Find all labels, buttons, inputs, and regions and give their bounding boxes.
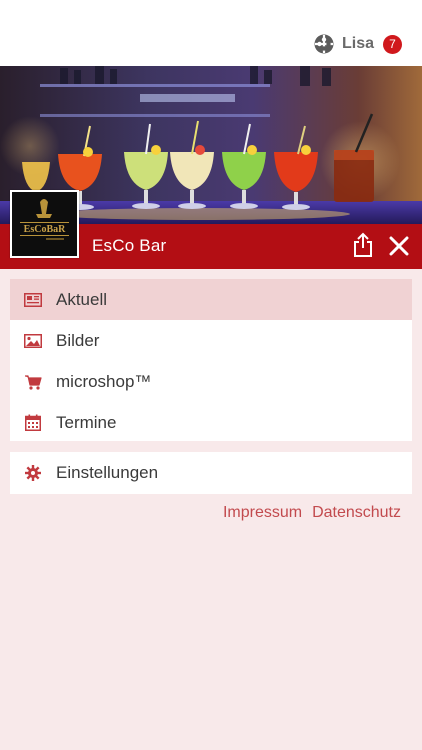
menu-item-termine[interactable]: Termine — [10, 402, 412, 443]
gear-icon — [24, 464, 42, 482]
settings-card: Einstellungen — [10, 452, 412, 494]
venue-logo: EsCoBaR — [10, 190, 79, 258]
menu-item-label: Aktuell — [56, 289, 108, 309]
menu-list: Aktuell Bilder microshop™ Termine — [10, 279, 412, 441]
calendar-icon — [24, 414, 42, 432]
footer-links: Impressum Datenschutz — [223, 504, 401, 522]
menu-item-label: Bilder — [56, 330, 100, 350]
notification-badge[interactable]: 7 — [383, 34, 402, 54]
news-icon — [24, 291, 42, 309]
user-name[interactable]: Lisa — [342, 35, 374, 53]
menu-item-microshop[interactable]: microshop™ — [10, 361, 412, 402]
user-account[interactable]: Lisa 7 — [314, 32, 402, 56]
venue-title: EsCo Bar — [92, 236, 167, 255]
close-button[interactable] — [386, 233, 412, 259]
menu-item-bilder[interactable]: Bilder — [10, 320, 412, 361]
logo-text: EsCoBaR — [24, 224, 66, 235]
menu-item-label: Termine — [56, 412, 117, 432]
datenschutz-link[interactable]: Datenschutz — [312, 504, 401, 522]
top-bar: Lisa 7 — [0, 0, 422, 66]
close-icon — [389, 236, 409, 256]
menu-item-aktuell[interactable]: Aktuell — [10, 279, 412, 320]
menu-item-label: Einstellungen — [56, 463, 159, 482]
image-icon — [24, 332, 42, 350]
cart-icon — [24, 373, 42, 391]
share-icon — [354, 232, 372, 257]
menu-item-einstellungen[interactable]: Einstellungen — [10, 452, 412, 494]
impressum-link[interactable]: Impressum — [223, 504, 302, 522]
share-button[interactable] — [350, 230, 376, 260]
puzzle-logo-icon — [314, 34, 334, 54]
menu-item-label: microshop™ — [56, 371, 152, 391]
